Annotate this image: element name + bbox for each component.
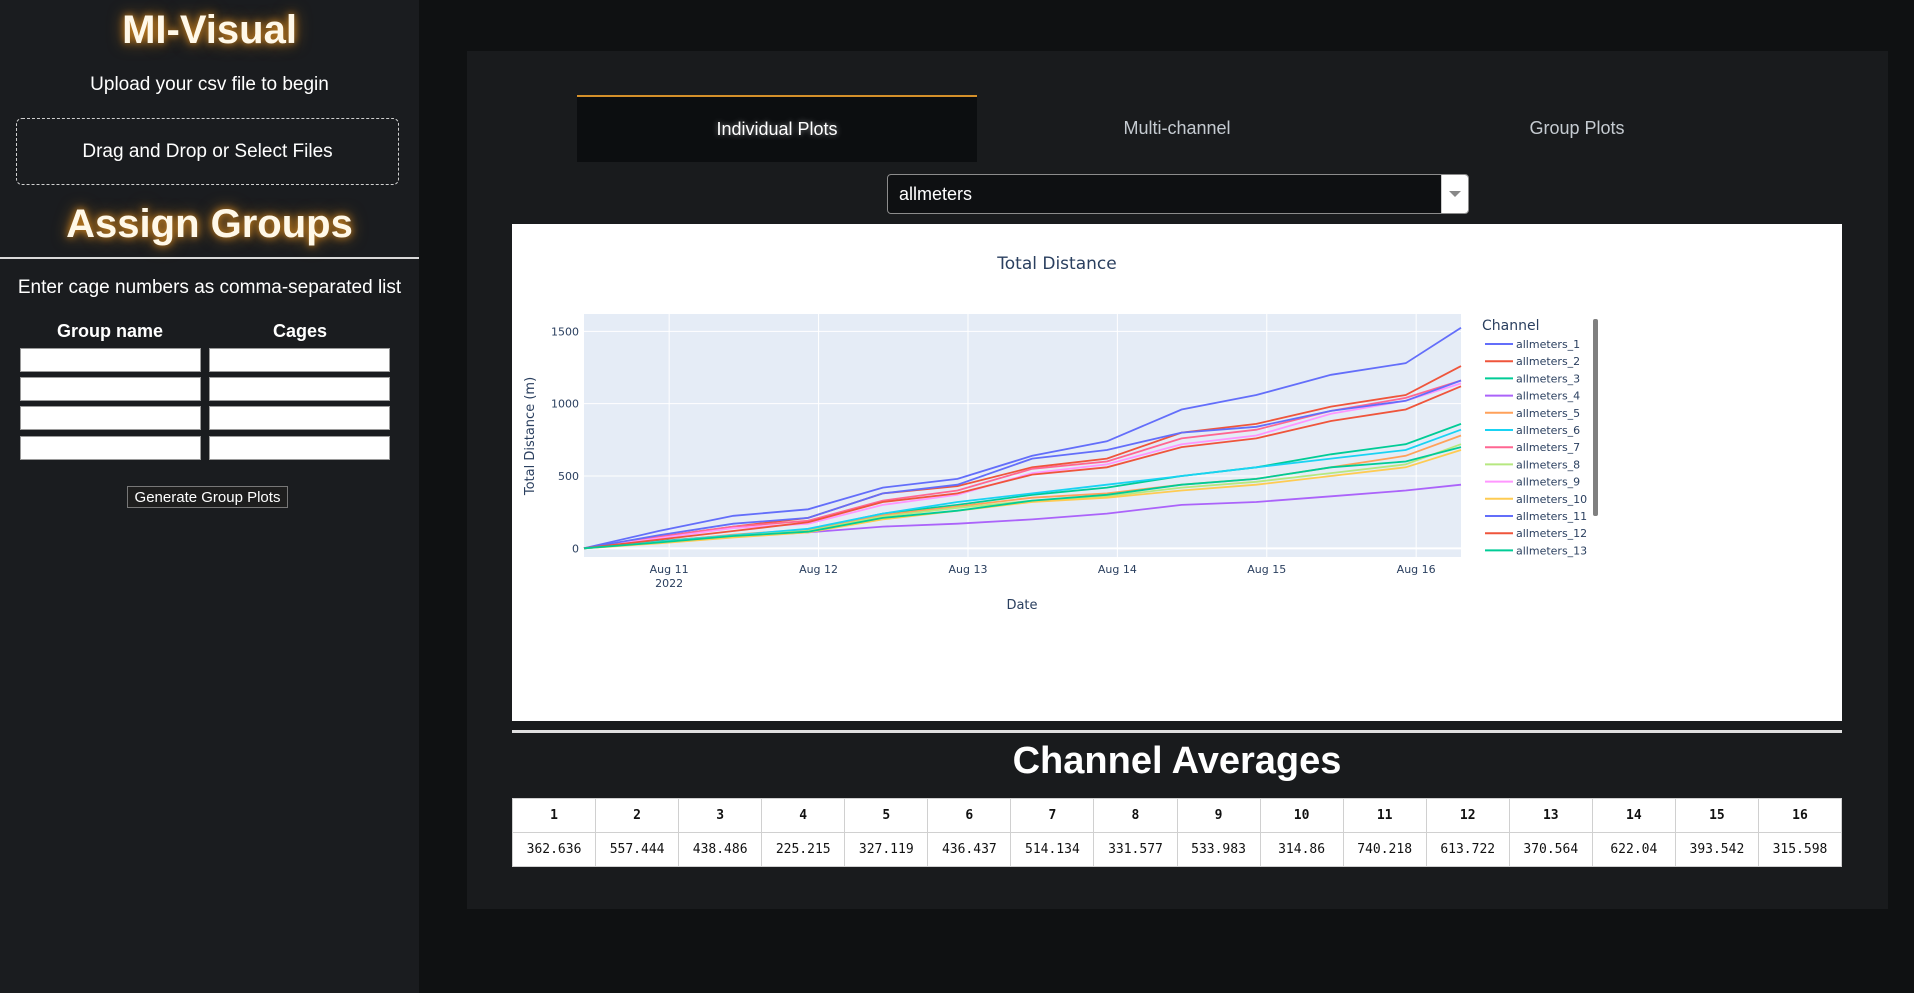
channel-averages-title: Channel Averages bbox=[1012, 740, 1342, 782]
sidebar: MI-Visual Upload your csv file to begin … bbox=[0, 0, 419, 993]
x-tick-year: 2022 bbox=[655, 577, 683, 590]
cages-input-4[interactable] bbox=[209, 436, 390, 460]
total-distance-chart: Total Distance Aug 11 2022 Aug 12 Aug 13 Aug… bbox=[512, 224, 1842, 721]
table-header-cell: 2 bbox=[595, 798, 680, 833]
table-cell: 362.636 bbox=[511, 832, 597, 867]
chart-title: Total Distance bbox=[996, 254, 1116, 274]
cages-input-1[interactable] bbox=[209, 348, 390, 372]
legend-item[interactable]: allmeters_1 bbox=[1516, 338, 1580, 351]
legend-item[interactable]: allmeters_11 bbox=[1516, 510, 1587, 523]
table-header-cell: 10 bbox=[1259, 798, 1344, 833]
dropzone-label: Drag and Drop or Select Files bbox=[82, 140, 333, 162]
channel-averages-table: 1 2 3 4 5 6 7 8 9 10 11 12 13 14 15 16 362.636 557.444 43… bbox=[511, 798, 1843, 867]
x-tick-label: Aug 15 bbox=[1247, 563, 1286, 576]
y-tick-label: 500 bbox=[558, 470, 579, 483]
tab-bar: Individual Plots Multi-channel Group Plo… bbox=[577, 95, 1777, 162]
table-header-cell: 15 bbox=[1674, 798, 1759, 833]
dropdown-value: allmeters bbox=[899, 183, 973, 204]
cages-header: Cages bbox=[272, 321, 328, 341]
upload-instructions: Upload your csv file to begin bbox=[90, 74, 329, 95]
group-name-input-4[interactable] bbox=[20, 436, 201, 460]
legend-item[interactable]: allmeters_3 bbox=[1516, 372, 1580, 385]
legend-item[interactable]: allmeters_12 bbox=[1516, 527, 1587, 540]
table-header-cell: 7 bbox=[1010, 798, 1095, 833]
table-cell: 314.86 bbox=[1259, 832, 1344, 867]
tab-multi-channel[interactable]: Multi-channel bbox=[977, 95, 1377, 162]
x-tick-label: Aug 11 bbox=[650, 563, 689, 576]
y-tick-label: 0 bbox=[572, 542, 579, 555]
legend-title: Channel bbox=[1482, 318, 1539, 334]
legend-item[interactable]: allmeters_6 bbox=[1516, 424, 1580, 437]
cages-input-3[interactable] bbox=[209, 406, 390, 430]
y-tick-label: 1000 bbox=[551, 398, 579, 411]
table-cell: 370.564 bbox=[1508, 832, 1593, 867]
table-header-cell: 5 bbox=[844, 798, 929, 833]
table-cell: 613.722 bbox=[1425, 832, 1510, 867]
table-row: 362.636 557.444 438.486 225.215 327.119 436.4… bbox=[511, 832, 1843, 867]
main-panel: Individual Plots Multi-channel Group Plo… bbox=[467, 51, 1888, 909]
table-header-cell: 14 bbox=[1591, 798, 1676, 833]
file-dropzone[interactable]: Drag and Drop or Select Files bbox=[16, 118, 399, 185]
legend-item[interactable]: allmeters_4 bbox=[1516, 390, 1580, 403]
tab-group-plots[interactable]: Group Plots bbox=[1377, 95, 1777, 162]
table-cell: 225.215 bbox=[761, 832, 846, 867]
y-axis-label: Total Distance (m) bbox=[523, 377, 538, 496]
legend-item[interactable]: allmeters_13 bbox=[1516, 544, 1587, 557]
table-header-cell: 12 bbox=[1425, 798, 1510, 833]
x-tick-label: Aug 14 bbox=[1098, 563, 1137, 576]
table-cell: 393.542 bbox=[1674, 832, 1759, 867]
table-header-cell: 9 bbox=[1176, 798, 1261, 833]
y-tick-label: 1500 bbox=[551, 325, 579, 338]
table-header-cell: 11 bbox=[1342, 798, 1427, 833]
table-header-cell: 8 bbox=[1093, 798, 1178, 833]
chart-svg: Total Distance Aug 112022 Aug 12 Aug 13 Aug… bbox=[523, 254, 1598, 613]
x-tick-label: Aug 16 bbox=[1397, 563, 1436, 576]
table-cell: 740.218 bbox=[1342, 832, 1427, 867]
assign-groups-title: Assign Groups bbox=[66, 202, 353, 246]
table-cell: 327.119 bbox=[844, 832, 929, 867]
x-tick-label: Aug 12 bbox=[799, 563, 838, 576]
table-header-cell: 4 bbox=[761, 798, 846, 833]
table-header-cell: 13 bbox=[1508, 798, 1593, 833]
metric-dropdown[interactable]: allmeters bbox=[887, 174, 1469, 214]
legend-scrollbar[interactable] bbox=[1593, 319, 1598, 516]
x-axis-label: Date bbox=[1006, 598, 1037, 613]
table-cell: 438.486 bbox=[678, 832, 763, 867]
legend-item[interactable]: allmeters_9 bbox=[1516, 476, 1580, 489]
cages-input-2[interactable] bbox=[209, 377, 390, 401]
legend: allmeters_1 allmeters_2 allmeters_3allmete… bbox=[1485, 338, 1587, 557]
group-name-input-3[interactable] bbox=[20, 406, 201, 430]
legend-item[interactable]: allmeters_2 bbox=[1516, 355, 1580, 368]
sidebar-divider bbox=[0, 257, 419, 259]
x-tick-label: Aug 13 bbox=[948, 563, 987, 576]
table-cell: 514.134 bbox=[1010, 832, 1095, 867]
chevron-down-icon[interactable] bbox=[1441, 175, 1468, 213]
table-cell: 436.437 bbox=[927, 832, 1012, 867]
table-header-row: 1 2 3 4 5 6 7 8 9 10 11 12 13 14 15 16 bbox=[511, 798, 1843, 833]
group-name-input-2[interactable] bbox=[20, 377, 201, 401]
legend-item[interactable]: allmeters_7 bbox=[1516, 441, 1580, 454]
legend-item[interactable]: allmeters_8 bbox=[1516, 458, 1580, 471]
table-cell: 533.983 bbox=[1176, 832, 1261, 867]
cage-instructions: Enter cage numbers as comma-separated li… bbox=[17, 277, 402, 298]
table-header-cell: 16 bbox=[1757, 798, 1843, 833]
table-cell: 557.444 bbox=[595, 832, 680, 867]
app-title: MI-Visual bbox=[122, 8, 297, 52]
legend-item[interactable]: allmeters_5 bbox=[1516, 407, 1580, 420]
table-header-cell: 1 bbox=[511, 798, 597, 833]
table-cell: 315.598 bbox=[1757, 832, 1843, 867]
group-name-header: Group name bbox=[56, 321, 163, 341]
table-header-cell: 6 bbox=[927, 798, 1012, 833]
legend-item[interactable]: allmeters_10 bbox=[1516, 493, 1587, 506]
table-header-cell: 3 bbox=[678, 798, 763, 833]
generate-group-plots-button[interactable]: Generate Group Plots bbox=[127, 486, 288, 508]
table-cell: 622.04 bbox=[1591, 832, 1676, 867]
averages-divider bbox=[512, 730, 1842, 733]
table-cell: 331.577 bbox=[1093, 832, 1178, 867]
group-name-input-1[interactable] bbox=[20, 348, 201, 372]
tab-individual-plots[interactable]: Individual Plots bbox=[577, 95, 977, 162]
